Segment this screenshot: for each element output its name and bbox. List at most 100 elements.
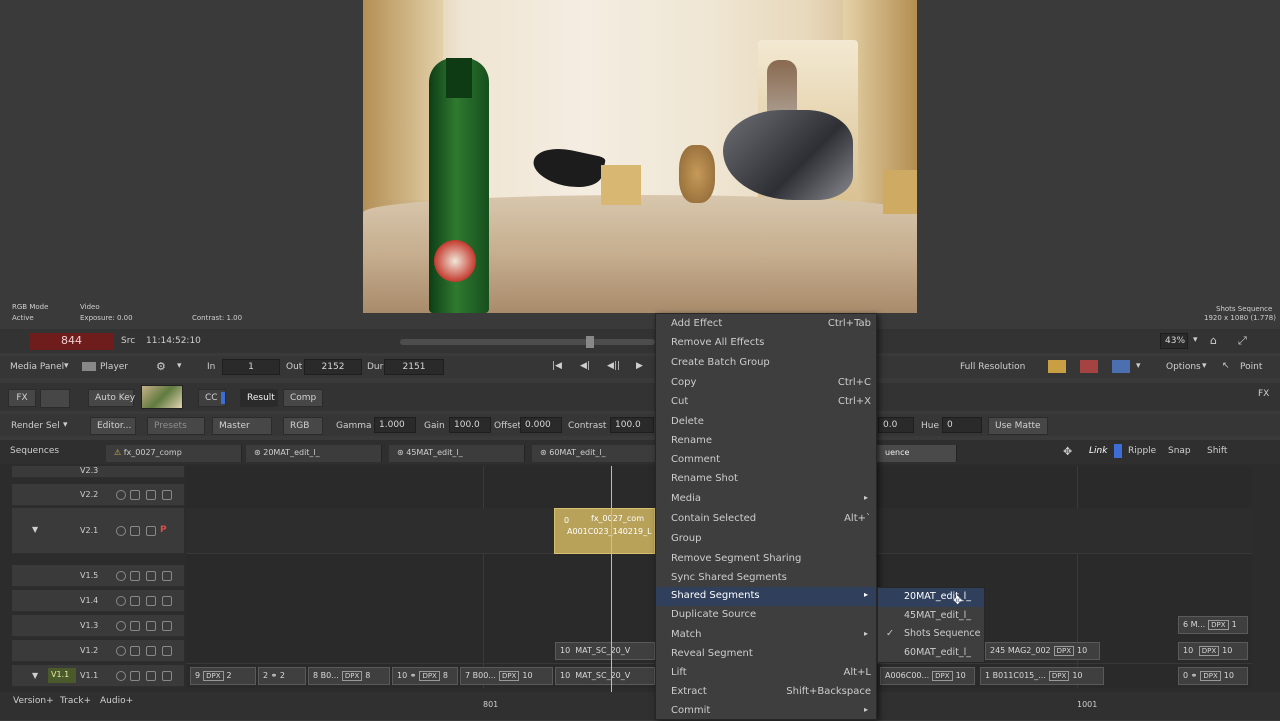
lock-icon[interactable] xyxy=(130,671,140,681)
track-header-v13[interactable]: V1.3 xyxy=(12,615,184,637)
menu-item-commit[interactable]: Commit ▸ xyxy=(656,702,876,721)
eye-icon[interactable] xyxy=(116,490,126,500)
shift-toggle[interactable]: Shift xyxy=(1207,446,1227,456)
clip-thumbnail[interactable] xyxy=(141,385,183,409)
select-icon[interactable] xyxy=(162,490,172,500)
segment-v11[interactable]: 10 MAT_SC_20_V xyxy=(555,667,655,685)
rgb-dropdown[interactable]: RGB xyxy=(283,417,323,435)
menu-item-extract[interactable]: Extract Shift+Backspace xyxy=(656,683,876,702)
options-menu[interactable]: Options xyxy=(1166,362,1201,372)
menu-item-remove-segment-sharing[interactable]: Remove Segment Sharing xyxy=(656,550,876,569)
source-timecode[interactable]: 11:14:52:10 xyxy=(146,336,201,346)
snap-toggle[interactable]: Snap xyxy=(1168,446,1191,456)
track-header-v22[interactable]: V2.2 xyxy=(12,484,184,506)
hue-field[interactable]: 0 xyxy=(942,417,982,433)
fx-right-label[interactable]: FX xyxy=(1258,389,1269,399)
lock-icon[interactable] xyxy=(130,571,140,581)
patch-icon[interactable] xyxy=(146,596,156,606)
menu-item-remove-all-effects[interactable]: Remove All Effects xyxy=(656,334,876,353)
select-icon[interactable] xyxy=(162,596,172,606)
segment-v11[interactable]: A006C00... DPX 10 xyxy=(880,667,975,685)
media-panel-dropdown-icon[interactable]: ▾ xyxy=(64,361,69,371)
segment-v11[interactable]: 10 ⚭ DPX 8 xyxy=(392,667,458,685)
segment-v11[interactable]: 8 B0... DPX 8 xyxy=(308,667,390,685)
menu-item-match[interactable]: Match ▸ xyxy=(656,626,876,645)
options-dropdown-icon[interactable]: ▾ xyxy=(1202,361,1207,371)
zoom-level[interactable]: 43% xyxy=(1160,333,1188,349)
segment-v11[interactable]: 7 B00... DPX 10 xyxy=(460,667,553,685)
fx-button[interactable]: FX xyxy=(8,389,36,407)
eye-icon[interactable] xyxy=(116,671,126,681)
segment-v11[interactable]: 9 DPX 2 xyxy=(190,667,256,685)
version-add-button[interactable]: Version+ xyxy=(13,696,54,706)
swap-dropdown-icon[interactable]: ▾ xyxy=(1136,361,1141,371)
auto-key-button[interactable]: Auto Key xyxy=(88,389,135,407)
lock-icon[interactable] xyxy=(130,596,140,606)
eye-icon[interactable] xyxy=(116,596,126,606)
collapse-icon[interactable]: ▼ xyxy=(32,671,38,680)
swap-icon[interactable] xyxy=(1112,360,1130,373)
zoom-dropdown-icon[interactable]: ▾ xyxy=(1193,335,1198,345)
video-frame[interactable] xyxy=(363,0,917,313)
tab-fx-0027-comp[interactable]: ⚠ fx_0027_comp xyxy=(106,445,242,462)
offset-field[interactable]: 0.000 xyxy=(520,417,562,433)
render-sel-menu[interactable]: Render Sel xyxy=(11,421,60,431)
menu-item-duplicate-source[interactable]: Duplicate Source xyxy=(656,606,876,625)
menu-item-copy[interactable]: Copy Ctrl+C xyxy=(656,374,876,393)
eye-icon[interactable] xyxy=(116,526,126,536)
master-dropdown[interactable]: Master xyxy=(212,417,272,435)
ripple-toggle[interactable]: Ripple xyxy=(1128,446,1156,456)
render-sel-dropdown-icon[interactable]: ▾ xyxy=(63,420,68,430)
presets-dropdown[interactable]: Presets xyxy=(147,417,205,435)
select-icon[interactable] xyxy=(162,646,172,656)
patch-icon[interactable] xyxy=(146,490,156,500)
point-tool[interactable]: Point xyxy=(1240,362,1262,372)
lock-icon[interactable] xyxy=(130,526,140,536)
patch-icon[interactable] xyxy=(146,571,156,581)
sequences-label[interactable]: Sequences xyxy=(10,446,59,456)
frame-counter[interactable]: 844 xyxy=(30,333,114,350)
menu-item-create-batch-group[interactable]: Create Batch Group xyxy=(656,354,876,373)
comp-button[interactable]: Comp xyxy=(283,389,323,407)
delete-icon[interactable] xyxy=(1080,360,1098,373)
scrub-handle[interactable] xyxy=(586,336,594,348)
link-toggle[interactable]: Link xyxy=(1089,446,1107,456)
audio-add-button[interactable]: Audio+ xyxy=(100,696,133,706)
play-reverse-icon[interactable]: ◀|| xyxy=(607,361,620,371)
menu-item-add-effect[interactable]: Add Effect Ctrl+Tab xyxy=(656,315,876,334)
segment-v11[interactable]: 0 ⚭ DPX 10 xyxy=(1178,667,1248,685)
media-panel-menu[interactable]: Media Panel xyxy=(10,362,64,372)
eye-icon[interactable] xyxy=(116,571,126,581)
tab-45mat-edit[interactable]: ⊛ 45MAT_edit_l_ xyxy=(389,445,525,462)
track-header-v15[interactable]: V1.5 xyxy=(12,565,184,587)
menu-item-delete[interactable]: Delete xyxy=(656,413,876,432)
home-icon[interactable]: ⌂ xyxy=(1210,334,1217,347)
contrast-field[interactable]: 100.0 xyxy=(610,417,654,433)
collapse-icon[interactable]: ▼ xyxy=(32,525,38,534)
patch-icon[interactable] xyxy=(146,671,156,681)
patch-icon[interactable] xyxy=(146,646,156,656)
tab-60mat-edit[interactable]: ⊛ 60MAT_edit_l_ xyxy=(532,445,656,462)
menu-item-media[interactable]: Media ▸ xyxy=(656,490,876,509)
menu-item-sync-shared-segments[interactable]: Sync Shared Segments xyxy=(656,569,876,588)
submenu-item-shots-sequence[interactable]: ✓ Shots Sequence xyxy=(878,625,984,644)
result-button[interactable]: Result xyxy=(240,389,278,407)
patch-icon[interactable] xyxy=(146,621,156,631)
move-icon[interactable]: ✥ xyxy=(1063,445,1072,458)
menu-item-comment[interactable]: Comment xyxy=(656,451,876,470)
priority-badge[interactable]: P xyxy=(160,525,167,535)
menu-item-shared-segments[interactable]: Shared Segments ▸ xyxy=(656,587,876,606)
lock-icon[interactable] xyxy=(130,490,140,500)
import-icon[interactable] xyxy=(1048,360,1066,373)
go-to-start-icon[interactable]: |◀ xyxy=(552,361,562,371)
eye-icon[interactable] xyxy=(116,621,126,631)
submenu-item-20mat-edit[interactable]: 20MAT_edit_l_ xyxy=(878,588,984,607)
fx-segment[interactable]: 0 fx_0027_com A001C023_140219_L xyxy=(554,508,655,554)
eye-icon[interactable] xyxy=(116,646,126,656)
gamma-field[interactable]: 1.000 xyxy=(374,417,416,433)
select-icon[interactable] xyxy=(162,571,172,581)
editor-button[interactable]: Editor... xyxy=(90,417,136,435)
tab-shots-sequence[interactable]: uence xyxy=(877,445,957,462)
menu-item-rename-shot[interactable]: Rename Shot xyxy=(656,470,876,489)
full-resolution-toggle[interactable]: Full Resolution xyxy=(960,362,1025,372)
